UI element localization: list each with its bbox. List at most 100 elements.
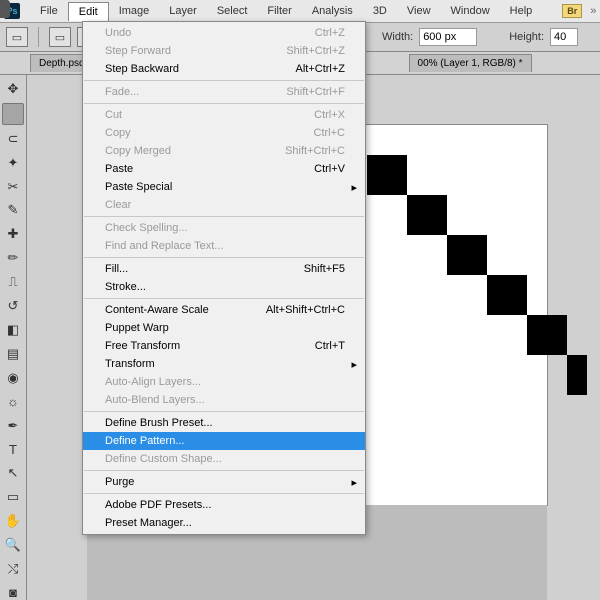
bridge-badge[interactable]: Br: [562, 4, 582, 18]
menu-item-label: Fill...: [105, 263, 128, 275]
menu-item-define-custom-shape: Define Custom Shape...: [83, 450, 365, 468]
document-tab-2[interactable]: 00% (Layer 1, RGB/8) *: [409, 54, 532, 72]
marquee-tool-icon[interactable]: [2, 103, 24, 125]
height-input[interactable]: [550, 28, 578, 46]
menu-separator: [84, 257, 364, 258]
menu-separator: [84, 470, 364, 471]
stamp-tool-icon[interactable]: ⎍: [3, 272, 23, 292]
menu-item-find-and-replace-text: Find and Replace Text...: [83, 237, 365, 255]
menu-item-shortcut: Shift+F5: [304, 263, 345, 275]
gradient-tool-icon[interactable]: ▤: [3, 344, 23, 364]
quickmask-icon[interactable]: ◙: [3, 583, 23, 600]
menu-item-define-pattern[interactable]: Define Pattern...: [83, 432, 365, 450]
pattern-square: [367, 155, 407, 195]
menu-bar: Ps File Edit Image Layer Select Filter A…: [0, 0, 600, 23]
menu-item-check-spelling: Check Spelling...: [83, 219, 365, 237]
eyedropper-tool-icon[interactable]: ✎: [3, 201, 23, 221]
menu-item-adobe-pdf-presets[interactable]: Adobe PDF Presets...: [83, 496, 365, 514]
swap-colors-icon[interactable]: ⤭: [3, 559, 23, 579]
pattern-square: [567, 355, 587, 395]
blur-tool-icon[interactable]: ◉: [3, 368, 23, 388]
menu-analysis[interactable]: Analysis: [302, 2, 363, 20]
menu-item-clear: Clear: [83, 196, 365, 214]
separator: [38, 27, 39, 47]
overflow-icon[interactable]: »: [590, 5, 596, 17]
menu-select[interactable]: Select: [207, 2, 258, 20]
heal-tool-icon[interactable]: ✚: [3, 224, 23, 244]
submenu-arrow-icon: ▸: [351, 358, 357, 371]
menu-item-fill[interactable]: Fill... Shift+F5: [83, 260, 365, 278]
menu-item-auto-blend-layers: Auto-Blend Layers...: [83, 391, 365, 409]
menu-edit[interactable]: Edit: [68, 2, 109, 21]
menu-item-paste-special[interactable]: Paste Special▸: [83, 178, 365, 196]
menu-item-transform[interactable]: Transform ▸: [83, 355, 365, 373]
menu-item-paste[interactable]: PasteCtrl+V: [83, 160, 365, 178]
menu-item-copy: CopyCtrl+C: [83, 124, 365, 142]
menu-window[interactable]: Window: [441, 2, 500, 20]
menu-separator: [84, 493, 364, 494]
opt-normal-icon[interactable]: ▭: [49, 27, 71, 47]
menu-separator: [84, 216, 364, 217]
menu-item-label: Cut: [105, 109, 122, 121]
submenu-arrow-icon: ▸: [351, 181, 357, 194]
width-input[interactable]: [419, 28, 477, 46]
menu-filter[interactable]: Filter: [257, 2, 301, 20]
menu-item-shortcut: Alt+Shift+Ctrl+C: [266, 304, 345, 316]
menu-item-shortcut: Alt+Ctrl+Z: [295, 63, 345, 75]
menu-item-shortcut: Ctrl+C: [314, 127, 345, 139]
menu-item-label: Preset Manager...: [105, 517, 192, 529]
menu-item-preset-manager[interactable]: Preset Manager...: [83, 514, 365, 532]
wand-tool-icon[interactable]: ✦: [3, 153, 23, 173]
move-tool-icon[interactable]: ✥: [3, 79, 23, 99]
menu-item-label: Transform: [105, 358, 155, 370]
menu-item-shortcut: Shift+Ctrl+F: [286, 86, 345, 98]
brush-tool-icon[interactable]: ✏: [3, 248, 23, 268]
pen-tool-icon[interactable]: ✒: [3, 416, 23, 436]
menu-item-define-brush-preset[interactable]: Define Brush Preset...: [83, 414, 365, 432]
menu-item-purge[interactable]: Purge▸: [83, 473, 365, 491]
menu-item-label: Define Custom Shape...: [105, 453, 222, 465]
crop-tool-icon[interactable]: ✂: [3, 177, 23, 197]
menu-separator: [84, 298, 364, 299]
menu-item-free-transform[interactable]: Free TransformCtrl+T: [83, 337, 365, 355]
menu-item-label: Check Spelling...: [105, 222, 188, 234]
menu-item-label: Puppet Warp: [105, 322, 169, 334]
menu-3d[interactable]: 3D: [363, 2, 397, 20]
menu-item-puppet-warp[interactable]: Puppet Warp: [83, 319, 365, 337]
zoom-tool-icon[interactable]: 🔍: [3, 535, 23, 555]
menu-item-label: Fade...: [105, 86, 139, 98]
dodge-tool-icon[interactable]: ☼: [3, 392, 23, 412]
menu-help[interactable]: Help: [500, 2, 543, 20]
menu-view[interactable]: View: [397, 2, 441, 20]
height-label: Height:: [509, 31, 544, 43]
pattern-square: [447, 235, 487, 275]
panel-edge[interactable]: [0, 0, 10, 18]
menu-item-content-aware-scale[interactable]: Content-Aware ScaleAlt+Shift+Ctrl+C: [83, 301, 365, 319]
menu-item-shortcut: Ctrl+V: [314, 163, 345, 175]
menu-item-label: Auto-Blend Layers...: [105, 394, 205, 406]
menu-separator: [84, 80, 364, 81]
menu-item-shortcut: Ctrl+Z: [315, 27, 345, 39]
menu-item-copy-merged: Copy MergedShift+Ctrl+C: [83, 142, 365, 160]
tool-panel: ✥ ⊂ ✦ ✂ ✎ ✚ ✏ ⎍ ↺ ◧ ▤ ◉ ☼ ✒ T ↖ ▭ ✋ 🔍 ⤭ …: [0, 75, 27, 600]
shape-tool-icon[interactable]: ▭: [3, 487, 23, 507]
menu-item-label: Stroke...: [105, 281, 146, 293]
type-tool-icon[interactable]: T: [3, 440, 23, 460]
menu-layer[interactable]: Layer: [159, 2, 207, 20]
path-tool-icon[interactable]: ↖: [3, 464, 23, 484]
eraser-tool-icon[interactable]: ◧: [3, 320, 23, 340]
menu-separator: [84, 411, 364, 412]
menu-item-stroke[interactable]: Stroke...: [83, 278, 365, 296]
menu-item-shortcut: Ctrl+T: [315, 340, 345, 352]
pattern-square: [487, 275, 527, 315]
menu-file[interactable]: File: [30, 2, 68, 20]
menu-item-step-backward[interactable]: Step Backward Alt+Ctrl+Z: [83, 60, 365, 78]
hand-tool-icon[interactable]: ✋: [3, 511, 23, 531]
pattern-square: [407, 195, 447, 235]
tool-preset-icon[interactable]: ▭: [6, 27, 28, 47]
menu-image[interactable]: Image: [109, 2, 160, 20]
lasso-tool-icon[interactable]: ⊂: [3, 129, 23, 149]
menu-item-label: Step Backward: [105, 63, 179, 75]
history-tool-icon[interactable]: ↺: [3, 296, 23, 316]
menu-item-shortcut: Ctrl+X: [314, 109, 345, 121]
